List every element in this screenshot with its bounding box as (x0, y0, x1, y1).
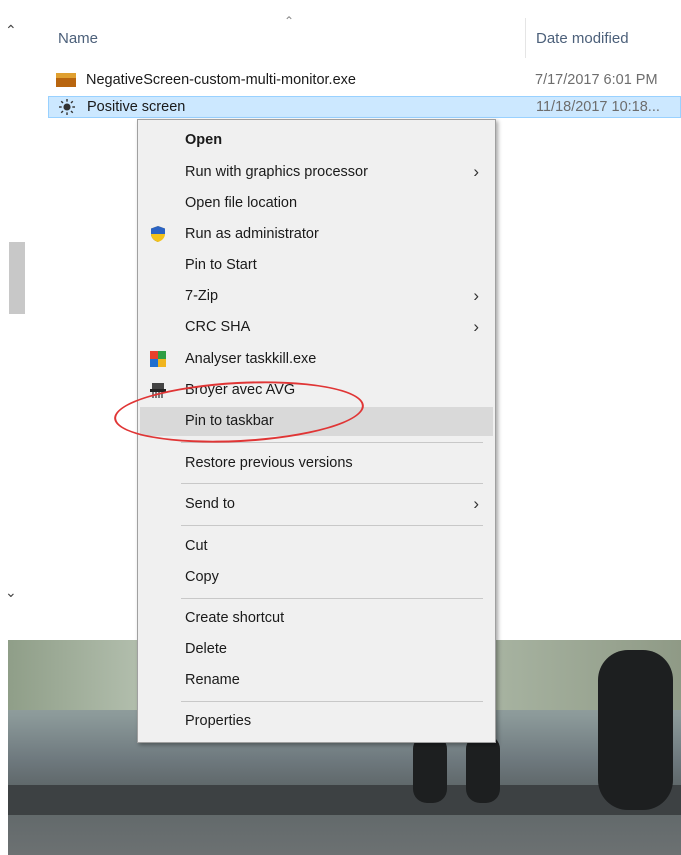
menu-item-label: Rename (185, 672, 240, 688)
menu-item-7zip[interactable]: 7-Zip › (140, 282, 493, 311)
menu-item-label: Open (185, 132, 223, 148)
menu-item-label: Properties (185, 713, 252, 729)
menu-item-restore-previous-versions[interactable]: Restore previous versions (140, 449, 493, 478)
menu-item-delete[interactable]: Delete (140, 635, 493, 664)
column-name[interactable]: Name (58, 30, 98, 47)
avg-analyser-icon (150, 351, 166, 367)
menu-item-label: Pin to Start (185, 257, 257, 273)
uac-shield-icon (151, 226, 165, 242)
menu-item-label: Run as administrator (185, 226, 319, 242)
menu-item-label: Run with graphics processor (185, 164, 368, 180)
column-date-modified[interactable]: Date modified (536, 30, 629, 47)
chevron-right-icon: › (473, 162, 479, 181)
file-date: 11/18/2017 10:18... (536, 99, 660, 115)
menu-item-label: CRC SHA (185, 319, 251, 335)
menu-separator (181, 525, 483, 526)
exe-icon (56, 73, 76, 87)
menu-item-pin-to-start[interactable]: Pin to Start (140, 251, 493, 280)
menu-item-copy[interactable]: Copy (140, 563, 493, 592)
file-row[interactable]: NegativeScreen-custom-multi-monitor.exe … (48, 70, 681, 92)
background-wheel (413, 735, 447, 803)
file-name: NegativeScreen-custom-multi-monitor.exe (86, 72, 356, 88)
menu-item-properties[interactable]: Properties (140, 707, 493, 736)
menu-item-cut[interactable]: Cut (140, 532, 493, 561)
menu-item-label: Cut (185, 538, 208, 554)
chevron-right-icon: › (473, 494, 479, 513)
column-divider[interactable] (525, 18, 526, 58)
scrollbar-thumb[interactable] (9, 242, 25, 314)
file-name: Positive screen (87, 99, 186, 115)
chevron-right-icon: › (473, 286, 479, 305)
menu-item-label: Copy (185, 569, 219, 585)
menu-item-rename[interactable]: Rename (140, 666, 493, 695)
menu-separator (181, 483, 483, 484)
menu-separator (181, 598, 483, 599)
menu-item-label: Open file location (185, 195, 298, 211)
menu-item-open-file-location[interactable]: Open file location (140, 189, 493, 218)
column-header: ⌃ Name Date modified (40, 14, 681, 58)
menu-item-crc-sha[interactable]: CRC SHA › (140, 313, 493, 342)
chevron-right-icon: › (473, 317, 479, 336)
file-row-selected[interactable]: Positive screen 11/18/2017 10:18... (48, 96, 681, 118)
menu-item-send-to[interactable]: Send to › (140, 490, 493, 519)
file-date: 7/17/2017 6:01 PM (535, 72, 658, 88)
menu-separator (181, 701, 483, 702)
chevron-down-icon[interactable]: ⌄ (5, 584, 17, 601)
background-tarmac (8, 785, 681, 815)
menu-item-label: Send to (185, 496, 235, 512)
menu-item-run-with-gpu[interactable]: Run with graphics processor › (140, 158, 493, 187)
menu-item-label: Restore previous versions (185, 455, 353, 471)
menu-item-label: 7-Zip (185, 288, 219, 304)
menu-item-open[interactable]: Open (140, 126, 493, 155)
background-wheel (466, 735, 500, 803)
menu-item-analyser[interactable]: Analyser taskkill.exe (140, 345, 493, 374)
sort-ascending-icon: ⌃ (284, 14, 295, 28)
menu-item-run-as-administrator[interactable]: Run as administrator (140, 220, 493, 249)
vertical-scrollbar[interactable]: ⌃ ⌄ (0, 12, 25, 612)
menu-item-label: Create shortcut (185, 610, 285, 626)
menu-item-label: Delete (185, 641, 227, 657)
menu-item-label: Analyser taskkill.exe (185, 351, 317, 367)
sun-icon (59, 99, 75, 115)
menu-item-create-shortcut[interactable]: Create shortcut (140, 604, 493, 633)
chevron-up-icon[interactable]: ⌃ (5, 22, 17, 39)
background-wheel (598, 650, 673, 810)
